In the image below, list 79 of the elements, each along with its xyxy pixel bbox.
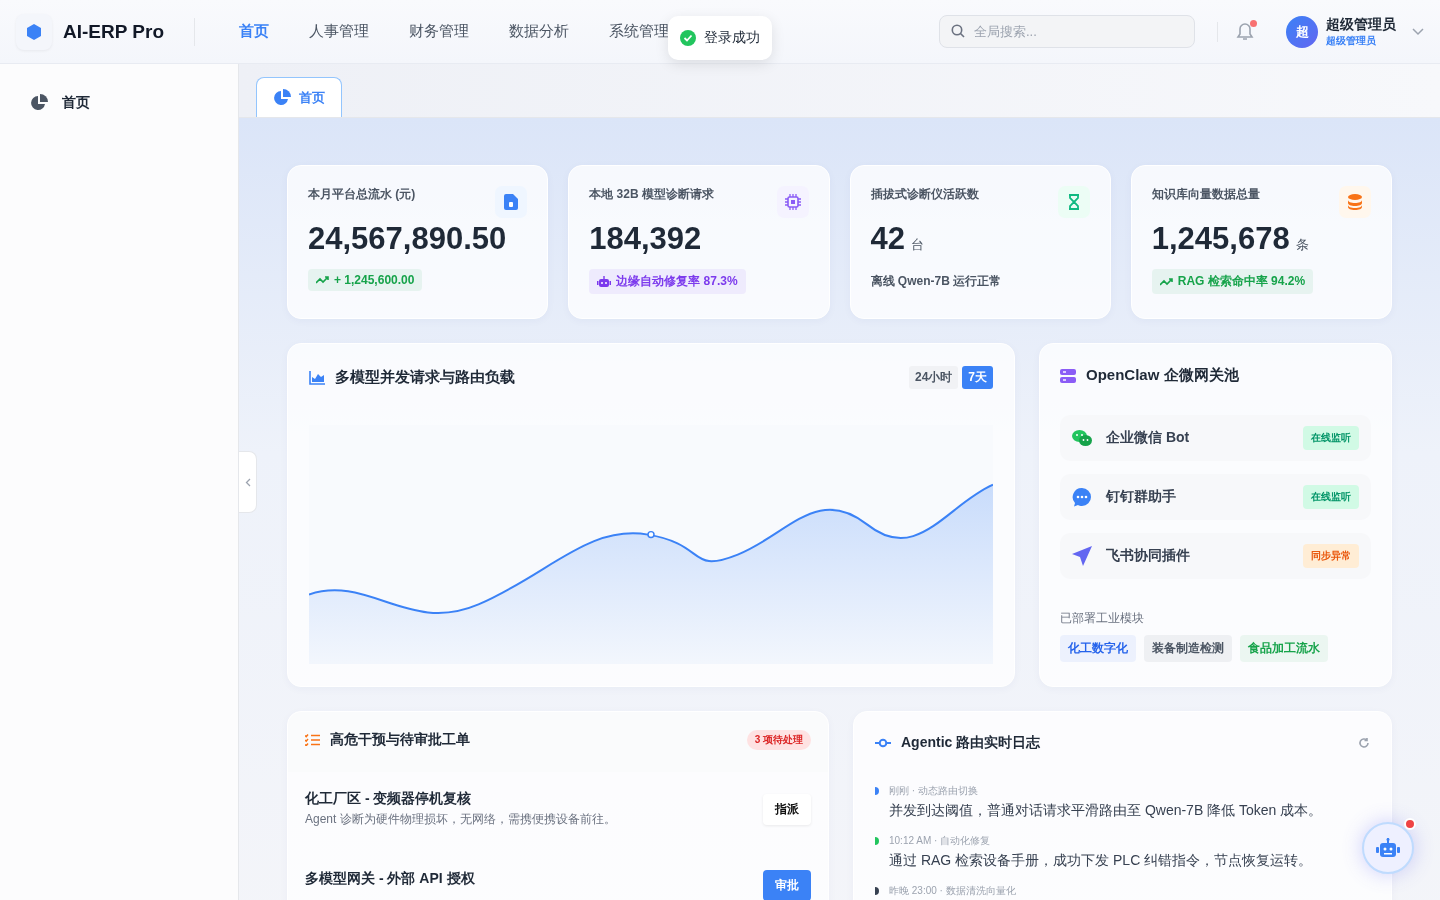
brand-name: AI-ERP Pro — [63, 20, 164, 43]
log-meta: 昨晚 23:00 · 数据清洗向量化 — [889, 884, 1016, 899]
robot-icon — [597, 275, 612, 288]
panel-title: 多模型并发请求与路由负载 — [335, 368, 515, 387]
panel-title: OpenClaw 企微网关池 — [1086, 366, 1239, 385]
gateway-name: 企业微信 Bot — [1106, 429, 1190, 447]
checklist-icon — [305, 734, 320, 747]
area-chart-icon — [309, 370, 325, 385]
ticket-description: Agent 诊断为硬件物理损坏，无网络，需携便携设备前往。 — [305, 811, 616, 829]
robot-icon — [1376, 838, 1400, 858]
hourglass-icon — [1067, 194, 1080, 210]
range-toggle[interactable]: 24小时 — [908, 366, 959, 389]
pie-chart-icon — [273, 88, 291, 107]
user-name: 超级管理员 — [1326, 15, 1396, 34]
pie-chart-icon — [30, 94, 48, 112]
panel-title: 高危干预与待审批工单 — [330, 731, 470, 750]
status-tag: 同步异常 — [1303, 544, 1359, 568]
stat-value: 42 — [870, 221, 905, 257]
refresh-icon[interactable] — [1358, 737, 1370, 750]
module-tag: 化工数字化 — [1060, 635, 1136, 662]
chat-bubble-icon — [1072, 487, 1092, 507]
gateway-name: 飞书协同插件 — [1106, 547, 1190, 565]
page-tab[interactable]: 首页 — [256, 77, 342, 117]
collapse-handle[interactable] — [239, 451, 257, 513]
chat-bubbles-icon — [1072, 429, 1092, 447]
trend-up-icon — [316, 276, 329, 284]
log-meta: 刚刚 · 动态路由切换 — [889, 784, 979, 799]
gateway-row[interactable]: 飞书协同插件 同步异常 — [1060, 533, 1371, 579]
ticket-action-button[interactable]: 指派 — [763, 793, 811, 825]
stat-value: 24,567,890.50 — [308, 221, 507, 257]
status-tag: 在线监听 — [1303, 485, 1359, 509]
server-icon — [1060, 368, 1076, 383]
stat-note: 离线 Qwen-7B 运行正常 — [870, 273, 1002, 290]
chevron-left-icon — [244, 477, 251, 487]
stat-unit: 台 — [911, 236, 924, 254]
stat-value: 184,392 — [589, 221, 702, 257]
stat-label: 本月平台总流水 (元) — [308, 186, 416, 203]
document-icon — [504, 194, 519, 210]
stat-label: 知识库向量数据总量 — [1151, 186, 1260, 203]
pending-count: 3 项待处理 — [746, 730, 811, 751]
search-field[interactable]: 全局搜索... — [939, 15, 1195, 48]
sidebar-item[interactable]: 首页 — [18, 90, 220, 116]
stat-tag: + 1,245,600.00 — [308, 269, 423, 291]
stat-unit: 条 — [1295, 236, 1309, 254]
check-circle-icon — [680, 30, 696, 46]
modules-label: 已部署工业模块 — [1060, 610, 1145, 627]
chevron-down-icon[interactable] — [1412, 27, 1424, 36]
gateway-row[interactable]: 企业微信 Bot 在线监听 — [1060, 415, 1371, 461]
logo-icon — [16, 13, 52, 50]
stat-tag: RAG 检索命中率 94.2% — [1151, 269, 1314, 294]
module-tag: 装备制造检测 — [1144, 635, 1232, 662]
paper-plane-icon — [1072, 546, 1092, 566]
chip-icon — [784, 194, 801, 210]
gateway-row[interactable]: 钉钉群助手 在线监听 — [1060, 474, 1371, 520]
log-meta: 10:12 AM · 自动化修复 — [889, 834, 992, 849]
gateway-name: 钉钉群助手 — [1106, 488, 1176, 506]
nav-link[interactable]: 数据分析 — [489, 22, 589, 41]
user-avatar[interactable]: 超 — [1286, 15, 1318, 48]
stat-tag: 边缘自动修复率 87.3% — [589, 269, 746, 294]
log-message: 并发到达阈值，普通对话请求平滑路由至 Qwen-7B 降低 Token 成本。 — [889, 802, 1323, 821]
range-toggle[interactable]: 7天 — [962, 366, 993, 389]
commit-icon — [875, 738, 891, 749]
toast-message: 登录成功 — [704, 29, 760, 47]
stat-value: 1,245,678 — [1151, 221, 1290, 257]
stat-label: 插拔式诊断仪活跃数 — [870, 186, 979, 203]
database-icon — [1348, 194, 1362, 210]
ticket-title: 多模型网关 - 外部 API 授权 — [305, 870, 475, 889]
log-message: 通过 RAG 检索设备手册，成功下发 PLC 纠错指令，节点恢复运转。 — [889, 852, 1313, 871]
module-tag: 食品加工流水 — [1240, 635, 1328, 662]
stat-label: 本地 32B 模型诊断请求 — [589, 186, 714, 203]
nav-link[interactable]: 财务管理 — [389, 22, 489, 41]
nav-link[interactable]: 人事管理 — [289, 22, 389, 41]
status-tag: 在线监听 — [1303, 426, 1359, 450]
user-role: 超级管理员 — [1326, 33, 1377, 48]
trend-up-icon — [1159, 277, 1173, 286]
notification-bell-icon[interactable] — [1236, 21, 1254, 42]
panel-title: Agentic 路由实时日志 — [901, 734, 1041, 753]
ticket-title: 化工厂区 - 变频器停机复核 — [305, 790, 473, 809]
ticket-action-button[interactable]: 审批 — [763, 870, 811, 900]
